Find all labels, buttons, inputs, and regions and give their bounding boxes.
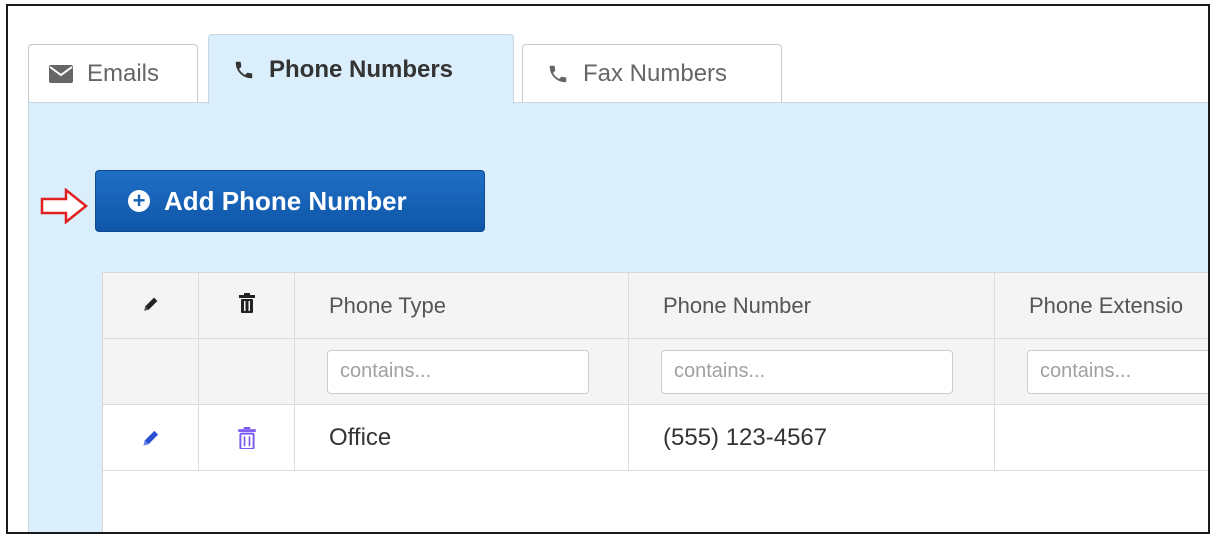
window-frame: Emails Phone Numbers Fax Numbers + Add P…: [6, 4, 1210, 534]
filter-cell-edit: [103, 339, 199, 404]
phone-icon: [547, 63, 569, 85]
tab-emails-label: Emails: [87, 59, 160, 87]
phone-number-filter-input[interactable]: [661, 349, 953, 394]
phone-extension-filter-input[interactable]: [1027, 349, 1208, 394]
tab-phone-numbers[interactable]: Phone Numbers: [208, 34, 514, 104]
trash-icon[interactable]: [237, 426, 256, 449]
phone-icon: [233, 59, 255, 81]
edit-cell: [103, 405, 199, 470]
filter-cell-delete: [199, 339, 295, 404]
column-header-delete: [199, 273, 295, 338]
phone-numbers-grid: Phone Type Phone Number Phone Extensio c…: [102, 272, 1208, 532]
tab-fax-numbers[interactable]: Fax Numbers: [522, 44, 782, 102]
column-header-phone-number[interactable]: Phone Number: [629, 273, 995, 338]
phone-type-cell: Office: [295, 405, 629, 470]
filter-cell-phone-extension: [995, 339, 1208, 404]
annotation-arrow-icon: [40, 188, 88, 224]
grid-filter-row: [103, 339, 1208, 405]
grid-header-row: Phone Type Phone Number Phone Extensio: [103, 273, 1208, 339]
trash-icon: [238, 292, 255, 319]
plus-circle-icon: +: [128, 190, 150, 212]
add-phone-number-label: Add Phone Number: [164, 185, 407, 216]
column-header-phone-extension[interactable]: Phone Extensio: [995, 273, 1208, 338]
pencil-icon: [142, 293, 160, 319]
phone-type-filter-input[interactable]: [327, 349, 589, 394]
tab-emails[interactable]: Emails: [28, 44, 198, 102]
delete-cell: [199, 405, 295, 470]
filter-cell-phone-type: [295, 339, 629, 404]
table-row: Office (555) 123-4567: [103, 405, 1208, 471]
column-header-edit: [103, 273, 199, 338]
tab-phone-numbers-label: Phone Numbers: [269, 55, 454, 83]
column-header-phone-type[interactable]: Phone Type: [295, 273, 629, 338]
phone-extension-cell: [995, 405, 1208, 470]
tab-fax-numbers-label: Fax Numbers: [583, 59, 728, 87]
pencil-icon[interactable]: [141, 428, 161, 448]
add-phone-number-button[interactable]: + Add Phone Number: [95, 170, 485, 232]
envelope-icon: [49, 64, 73, 83]
filter-cell-phone-number: [629, 339, 995, 404]
phone-number-cell: (555) 123-4567: [629, 405, 995, 470]
